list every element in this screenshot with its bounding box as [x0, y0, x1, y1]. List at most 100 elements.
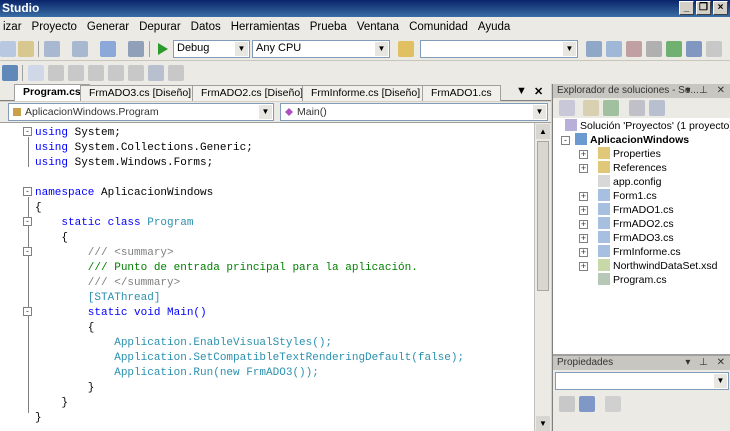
expand-icon[interactable]: +	[579, 262, 588, 271]
menu-item-debug[interactable]: Depurar	[136, 21, 188, 33]
configuration-select[interactable]: Debug ▼	[173, 40, 250, 58]
start-debugging-icon[interactable]	[155, 41, 169, 57]
right-pane: Explorador de soluciones - So... ▾ ⊥ ✕ S…	[552, 84, 730, 431]
menu-item-help[interactable]: Ayuda	[475, 21, 517, 33]
pane-controls[interactable]: ▾ ⊥ ✕	[685, 356, 728, 370]
tree-item-frminforme[interactable]: FrmInforme.cs	[598, 245, 681, 259]
scroll-down-icon[interactable]: ▼	[536, 416, 550, 431]
copy-icon[interactable]	[0, 41, 16, 57]
collapse-usings-icon[interactable]: -	[23, 127, 32, 136]
show-all-files-icon[interactable]	[583, 100, 599, 116]
navigate-forward-icon[interactable]	[128, 41, 144, 57]
undo-icon[interactable]	[44, 41, 60, 57]
menu-item-project[interactable]: Proyecto	[29, 21, 84, 33]
text-editor-toolbar	[0, 61, 730, 85]
categorized-icon[interactable]	[559, 396, 575, 412]
tree-item-properties[interactable]: Properties	[598, 147, 661, 161]
expand-icon[interactable]: +	[579, 234, 588, 243]
code-line: namespace AplicacionWindows	[35, 187, 214, 199]
expand-icon[interactable]: +	[579, 206, 588, 215]
expand-icon[interactable]: +	[579, 192, 588, 201]
uncomment-icon[interactable]	[48, 65, 64, 81]
navigate-backward-icon[interactable]	[100, 41, 116, 57]
tree-item-references[interactable]: References	[598, 161, 667, 175]
tab-list-dropdown[interactable]: ▼	[516, 85, 527, 97]
view-code-icon[interactable]	[629, 100, 645, 116]
code-line: }	[35, 397, 69, 409]
tree-item-northwind-dataset[interactable]: NorthwindDataSet.xsd	[598, 259, 717, 273]
tab-frmado1-cs[interactable]: FrmADO1.cs	[422, 85, 501, 101]
member-select[interactable]: Main() ▼	[280, 103, 548, 121]
code-line: using System.Windows.Forms;	[35, 157, 214, 169]
tree-item-app-config[interactable]: app.config	[598, 175, 661, 189]
class-diagram-icon[interactable]	[649, 100, 665, 116]
menu-item-build[interactable]: Generar	[84, 21, 136, 33]
tab-program-cs[interactable]: Program.cs	[14, 84, 90, 101]
bookmark-icon[interactable]	[68, 65, 84, 81]
find-combo[interactable]: ▼	[420, 40, 578, 58]
menu-item-tools[interactable]: Herramientas	[228, 21, 307, 33]
expand-icon[interactable]: +	[579, 248, 588, 257]
properties-icon[interactable]	[626, 41, 642, 57]
redo-icon[interactable]	[72, 41, 88, 57]
refresh-icon[interactable]	[603, 100, 619, 116]
find-in-files-icon[interactable]	[398, 41, 414, 57]
property-pages-icon[interactable]	[605, 396, 621, 412]
collapse-project-icon[interactable]: -	[561, 136, 570, 145]
restore-button[interactable]: ❐	[696, 1, 711, 15]
outdent-icon[interactable]	[148, 65, 164, 81]
member-list-icon[interactable]	[2, 65, 18, 81]
tab-frmado2-design[interactable]: FrmADO2.cs [Diseño]	[192, 85, 313, 101]
tab-frminforme-design[interactable]: FrmInforme.cs [Diseño]	[302, 85, 430, 101]
menu-item-test[interactable]: Prueba	[307, 21, 354, 33]
tree-item-frmado2[interactable]: FrmADO2.cs	[598, 217, 674, 231]
expand-icon[interactable]: +	[579, 220, 588, 229]
scrollbar-thumb[interactable]	[537, 141, 549, 291]
tree-project[interactable]: AplicacionWindows	[575, 133, 689, 147]
start-page-icon[interactable]	[686, 41, 702, 57]
properties-icon[interactable]	[559, 100, 575, 116]
tree-item-program-cs[interactable]: Program.cs	[598, 273, 667, 287]
menu-item-community[interactable]: Comunidad	[406, 21, 475, 33]
code-editor[interactable]: - - - - - using System; using System.Coll…	[0, 122, 551, 431]
close-tab-button[interactable]: ✕	[534, 85, 543, 98]
platform-select[interactable]: Any CPU ▼	[252, 40, 390, 58]
collapse-namespace-icon[interactable]: -	[23, 187, 32, 196]
object-browser-icon[interactable]	[666, 41, 682, 57]
object-select[interactable]: ▼	[555, 372, 729, 390]
menu-item-window[interactable]: Ventana	[354, 21, 406, 33]
editor-scrollbar[interactable]: ▲ ▼	[534, 123, 551, 431]
scroll-up-icon[interactable]: ▲	[536, 124, 550, 139]
toolbar-options-icon[interactable]	[706, 41, 722, 57]
menu-item-data[interactable]: Datos	[188, 21, 228, 33]
solution-explorer-title: Explorador de soluciones - So... ▾ ⊥ ✕	[553, 84, 730, 98]
expand-icon[interactable]: +	[579, 150, 588, 159]
next-bookmark-icon[interactable]	[108, 65, 124, 81]
tree-item-form1[interactable]: Form1.cs	[598, 189, 657, 203]
prev-bookmark-icon[interactable]	[88, 65, 104, 81]
tree-solution[interactable]: Solución 'Proyectos' (1 proyecto)	[565, 119, 730, 133]
code-text[interactable]: using System; using System.Collections.Ge…	[35, 126, 464, 426]
find-icon[interactable]	[586, 41, 602, 57]
alphabetical-icon[interactable]	[579, 396, 595, 412]
tab-frmado3-design[interactable]: FrmADO3.cs [Diseño]	[80, 85, 201, 101]
pane-controls[interactable]: ▾ ⊥ ✕	[685, 84, 728, 98]
minimize-button[interactable]: _	[679, 1, 694, 15]
collapse-method-icon[interactable]: -	[23, 307, 32, 316]
tree-item-frmado3[interactable]: FrmADO3.cs	[598, 231, 674, 245]
collapse-class-icon[interactable]: -	[23, 217, 32, 226]
menu-item-edit[interactable]: izar	[0, 21, 29, 33]
comment-icon[interactable]	[28, 65, 44, 81]
indent-icon[interactable]	[128, 65, 144, 81]
code-line: {	[35, 202, 42, 214]
class-select[interactable]: AplicacionWindows.Program ▼	[8, 103, 274, 121]
clear-bookmarks-icon[interactable]	[168, 65, 184, 81]
paste-icon[interactable]	[18, 41, 34, 57]
toolbox-icon[interactable]	[646, 41, 662, 57]
collapse-summary-icon[interactable]: -	[23, 247, 32, 256]
close-button[interactable]: ×	[713, 1, 728, 15]
form-icon	[598, 189, 610, 201]
solution-explorer-icon[interactable]	[606, 41, 622, 57]
tree-item-frmado1[interactable]: FrmADO1.cs	[598, 203, 674, 217]
expand-icon[interactable]: +	[579, 164, 588, 173]
